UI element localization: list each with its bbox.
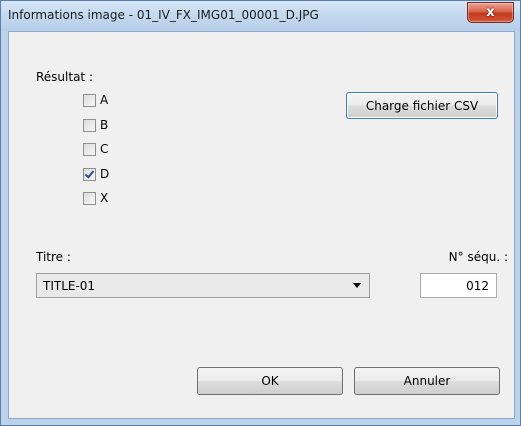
checkbox-c-label: C [100, 142, 109, 156]
checkbox-a-box[interactable] [83, 93, 96, 107]
close-icon: x [486, 5, 495, 20]
ok-button[interactable]: OK [197, 367, 343, 395]
checkbox-c[interactable]: C [83, 142, 108, 156]
result-label: Résultat : [36, 70, 93, 84]
checkbox-d-box[interactable] [83, 167, 96, 181]
checkbox-c-box[interactable] [83, 142, 96, 156]
checkbox-d-label: D [100, 167, 110, 181]
sequence-field[interactable]: 012 [420, 273, 497, 298]
checkbox-x-label: X [100, 191, 109, 205]
sequence-label: N° séqu. : [448, 250, 508, 264]
title-dropdown-value: TITLE-01 [43, 278, 96, 293]
title-label: Titre : [36, 250, 71, 264]
checkbox-d[interactable]: D [83, 167, 109, 181]
chevron-down-icon[interactable] [353, 283, 361, 288]
checkbox-a[interactable]: A [83, 93, 108, 107]
dialog-body: Résultat : A B C D X Charge fichier CSV … [8, 31, 515, 419]
title-bar[interactable]: Informations image - 01_IV_FX_IMG01_0000… [1, 1, 520, 31]
checkbox-x-box[interactable] [83, 191, 96, 205]
dialog-window: Informations image - 01_IV_FX_IMG01_0000… [0, 0, 521, 426]
load-csv-button[interactable]: Charge fichier CSV [346, 92, 498, 119]
checkbox-b-label: B [100, 118, 109, 132]
checkbox-a-label: A [100, 93, 109, 107]
checkbox-b-box[interactable] [83, 118, 96, 132]
window-title: Informations image - 01_IV_FX_IMG01_0000… [8, 8, 319, 22]
checkbox-x[interactable]: X [83, 191, 108, 205]
close-button[interactable]: x [467, 2, 514, 23]
title-dropdown[interactable]: TITLE-01 [36, 273, 370, 298]
cancel-button[interactable]: Annuler [354, 367, 500, 395]
checkbox-b[interactable]: B [83, 118, 108, 132]
